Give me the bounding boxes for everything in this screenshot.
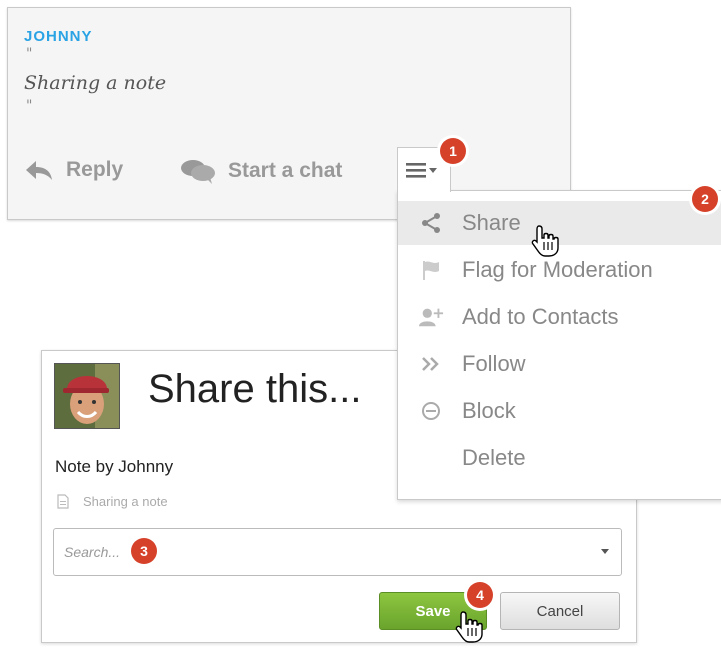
step-badge-4: 4: [467, 582, 493, 608]
double-chevron-icon: [418, 352, 444, 376]
start-chat-label: Start a chat: [228, 159, 343, 182]
note-by-label: Note by Johnny: [55, 457, 174, 476]
block-icon: [418, 399, 444, 423]
start-chat-button[interactable]: Start a chat: [180, 158, 342, 184]
note-card: JOHNNY " Sharing a note " Reply Start a …: [7, 7, 571, 220]
share-icon: [418, 211, 444, 235]
open-quote: ": [26, 46, 33, 62]
chevron-down-icon[interactable]: [601, 549, 609, 554]
menu-item-label: Block: [462, 398, 516, 423]
reply-icon: [26, 161, 52, 180]
hamburger-chevron-icon: [406, 163, 437, 178]
menu-item-delete[interactable]: Delete: [398, 436, 721, 480]
avatar: [54, 363, 120, 429]
step-badge-1: 1: [440, 138, 466, 164]
step-badge-3: 3: [131, 538, 157, 564]
flag-icon: [418, 258, 444, 282]
menu-item-label: Flag for Moderation: [462, 257, 653, 282]
note-text: Sharing a note: [24, 72, 167, 94]
add-contact-icon: [418, 305, 444, 329]
document-icon: [57, 494, 69, 509]
reply-button[interactable]: Reply: [24, 158, 123, 182]
menu-item-label: Add to Contacts: [462, 304, 619, 329]
note-author[interactable]: JOHNNY: [24, 28, 93, 45]
cancel-button[interactable]: Cancel: [500, 592, 620, 630]
menu-item-label: Follow: [462, 351, 526, 376]
close-quote: ": [26, 98, 33, 114]
menu-item-block[interactable]: Block: [398, 389, 721, 433]
menu-item-add-contact[interactable]: Add to Contacts: [398, 295, 721, 339]
menu-item-label: Share: [462, 210, 521, 235]
hand-cursor-icon: [455, 611, 483, 643]
share-dialog-title: Share this...: [148, 367, 362, 411]
chat-bubble-icon: [181, 160, 215, 184]
note-preview: Sharing a note: [57, 494, 168, 509]
hand-cursor-icon: [531, 225, 559, 257]
reply-label: Reply: [66, 158, 124, 181]
menu-item-label: Delete: [462, 445, 526, 470]
menu-item-follow[interactable]: Follow: [398, 342, 721, 386]
step-badge-2: 2: [692, 186, 718, 212]
note-preview-text: Sharing a note: [83, 494, 168, 509]
